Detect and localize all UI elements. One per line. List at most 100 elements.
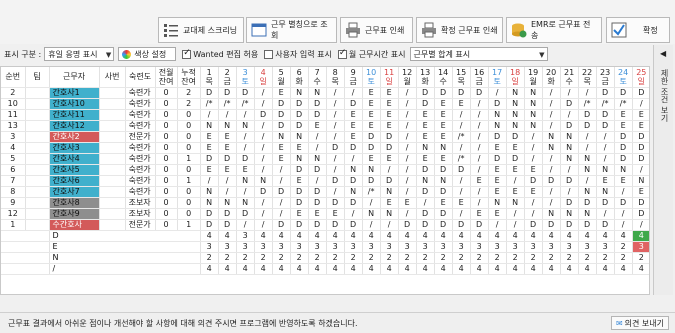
color-settings-button[interactable]: 색상 설정 (118, 47, 177, 61)
shift-cell[interactable]: / (398, 109, 417, 121)
shift-cell[interactable]: E (434, 197, 453, 209)
worker-name[interactable]: 간호사12 (49, 120, 100, 132)
worker-name[interactable]: 간호사10 (49, 98, 100, 110)
prev-month-cell[interactable]: 0 (155, 208, 178, 220)
grade-cell[interactable]: 숙련가 (125, 109, 156, 121)
employee-no-cell[interactable] (99, 175, 126, 187)
shift-cell[interactable]: / (452, 109, 471, 121)
monthly-hours-checkbox[interactable]: 월 근무시간 표시 (337, 48, 406, 60)
shift-cell[interactable]: D (308, 164, 327, 176)
shift-cell[interactable]: E (200, 164, 219, 176)
shift-cell[interactable]: / (236, 219, 255, 231)
table-row[interactable]: 11 간호사11 숙련가 0 0// / D D D D / E E E / E E / / N N N / / D D E E (1, 109, 649, 121)
shift-cell[interactable]: E (434, 109, 453, 121)
shift-cell[interactable]: / (578, 175, 597, 187)
shift-cell[interactable]: / (524, 208, 543, 220)
shift-cell[interactable]: / (326, 153, 345, 165)
col-day[interactable]: 9금 (344, 67, 363, 88)
shift-cell[interactable]: E (344, 131, 363, 143)
shift-cell[interactable]: N (524, 87, 543, 99)
team-cell[interactable] (25, 197, 50, 209)
worker-name[interactable]: 간호사7 (49, 186, 100, 198)
constraints-sidebar[interactable]: ◀ 제한 조건 보기 (653, 45, 673, 295)
shift-cell[interactable]: / (578, 87, 597, 99)
shift-cell[interactable]: E (272, 87, 291, 99)
grade-cell[interactable]: 숙련가 (125, 175, 156, 187)
prev-month-cell[interactable]: 0 (155, 131, 178, 143)
shift-cell[interactable]: /* (614, 98, 633, 110)
shift-cell[interactable]: D (308, 98, 327, 110)
shift-cell[interactable]: / (470, 98, 489, 110)
shift-cell[interactable]: E (614, 175, 633, 187)
shift-cell[interactable]: D (524, 219, 543, 231)
shift-cell[interactable]: / (254, 208, 273, 220)
shift-cell[interactable]: / (326, 186, 345, 198)
shift-cell[interactable]: / (542, 98, 561, 110)
shift-cell[interactable]: D (416, 208, 435, 220)
shift-cell[interactable]: N (200, 197, 219, 209)
table-row[interactable]: 3 간호사2 전문가 0 0 E E / / N N / / E D D / E E/* / D D / N N / / D D (1, 131, 649, 143)
cumulative-cell[interactable]: 0 (177, 197, 201, 209)
seq-cell[interactable]: 13 (1, 120, 26, 132)
shift-cell[interactable]: E (218, 142, 237, 154)
worker-name[interactable]: 간호사11 (49, 109, 100, 121)
wanted-edit-checkbox[interactable]: Wanted 편집 허용 (182, 48, 258, 60)
shift-cell[interactable]: / (470, 109, 489, 121)
team-cell[interactable] (25, 98, 50, 110)
shift-cell[interactable]: D (416, 164, 435, 176)
shift-cell[interactable]: / (254, 120, 273, 132)
shift-cell[interactable]: N (434, 175, 453, 187)
col-day[interactable]: 19 월 (524, 67, 543, 88)
cumulative-cell[interactable]: 1 (177, 153, 201, 165)
shift-cell[interactable]: D (290, 109, 309, 121)
shift-cell[interactable]: D (308, 109, 327, 121)
table-row[interactable]: 8 간호사7 숙련가 0 0 N / / D D D D / N/* N / D D / / E E E / / N N / E (1, 186, 649, 198)
shift-cell[interactable]: N (344, 164, 363, 176)
seq-cell[interactable]: 8 (1, 186, 26, 198)
worker-name[interactable]: 간호사6 (49, 175, 100, 187)
shift-cell[interactable]: D (272, 219, 291, 231)
shift-cell[interactable]: E (452, 98, 471, 110)
shift-cell[interactable]: N (200, 186, 219, 198)
shift-cell[interactable]: N (272, 131, 291, 143)
shift-cell[interactable]: D (596, 87, 615, 99)
shift-cell[interactable]: / (200, 109, 219, 121)
col-day[interactable]: 17 토 (488, 67, 507, 88)
worker-name[interactable]: 수간호사 (49, 219, 100, 231)
shift-cell[interactable]: / (470, 153, 489, 165)
shift-cell[interactable]: / (218, 175, 237, 187)
shift-cell[interactable]: / (416, 197, 435, 209)
shift-cell[interactable]: N (506, 109, 525, 121)
shift-cell[interactable]: D (272, 109, 291, 121)
seq-cell[interactable]: 5 (1, 153, 26, 165)
col-day[interactable]: 22 목 (578, 67, 597, 88)
shift-cell[interactable]: / (308, 142, 327, 154)
col-day[interactable]: 7수 (308, 67, 327, 88)
shift-cell[interactable]: D (560, 175, 579, 187)
shift-cell[interactable]: E (506, 164, 525, 176)
shift-cell[interactable]: E (416, 153, 435, 165)
shift-cell[interactable]: / (452, 208, 471, 220)
shift-cell[interactable]: N (560, 142, 579, 154)
worker-name[interactable]: 간호사2 (49, 131, 100, 143)
shift-cell[interactable]: D (560, 197, 579, 209)
shift-cell[interactable]: N (614, 164, 633, 176)
shift-cell[interactable]: E (434, 153, 453, 165)
prev-month-cell[interactable]: 0 (155, 186, 178, 198)
shift-cell[interactable]: N (416, 142, 435, 154)
shift-cell[interactable]: / (398, 175, 417, 187)
shift-cell[interactable]: D (416, 98, 435, 110)
team-cell[interactable] (25, 87, 50, 99)
shift-cell[interactable]: N (596, 164, 615, 176)
employee-no-cell[interactable] (99, 87, 126, 99)
shift-cell[interactable]: D (272, 98, 291, 110)
shift-cell[interactable]: / (488, 87, 507, 99)
shift-cell[interactable]: E (614, 120, 633, 132)
prev-month-cell[interactable]: 0 (155, 98, 178, 110)
shift-cell[interactable]: D (290, 98, 309, 110)
team-cell[interactable] (25, 208, 50, 220)
alias-view-button[interactable]: 근무 별칭으로 조회 (246, 17, 337, 43)
col-day[interactable]: 6화 (290, 67, 309, 88)
worker-name[interactable]: 간호사1 (49, 87, 100, 99)
shift-cell[interactable]: D (434, 87, 453, 99)
